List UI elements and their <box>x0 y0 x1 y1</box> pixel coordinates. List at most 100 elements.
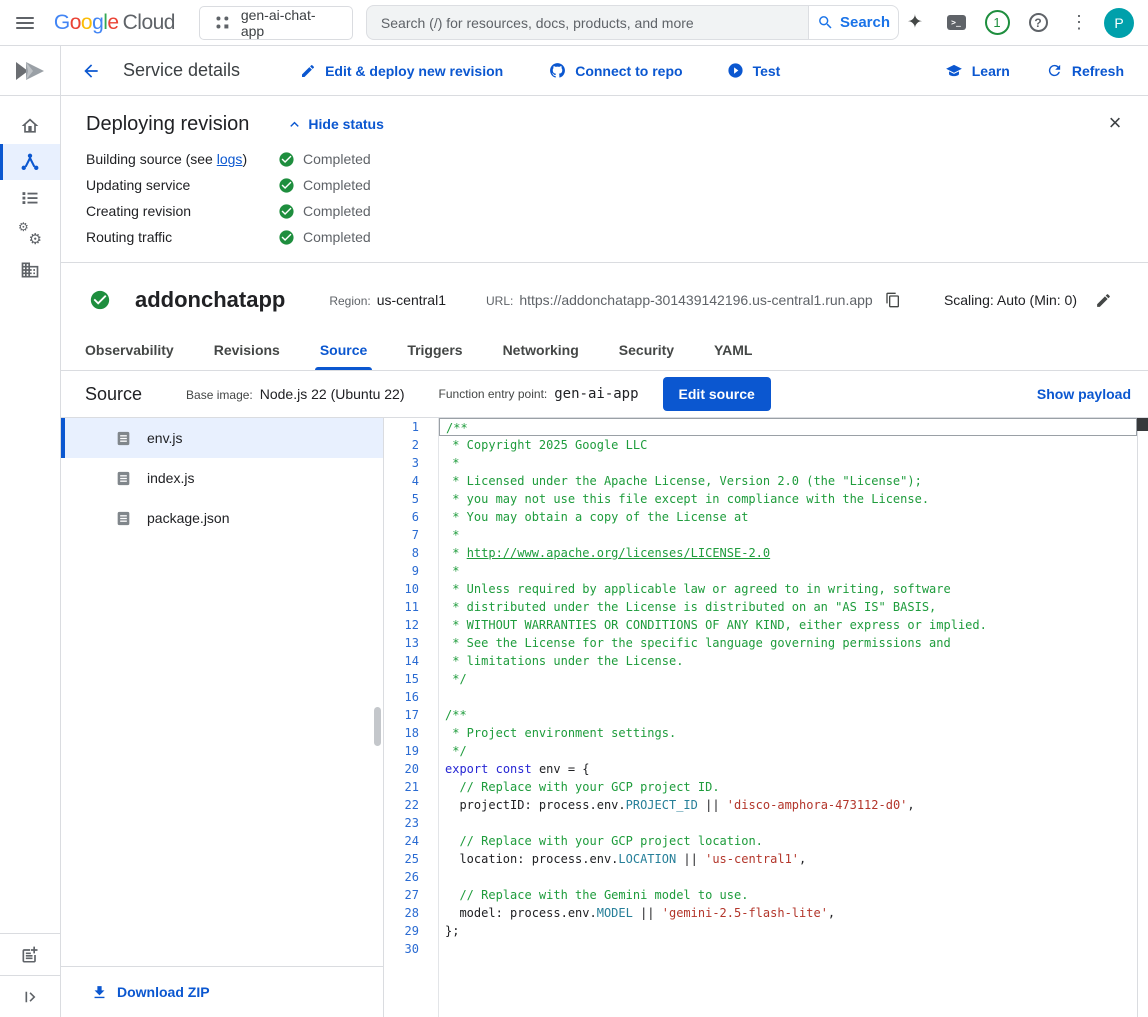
download-zip-button[interactable]: Download ZIP <box>91 984 210 1001</box>
gemini-button[interactable]: ✦ <box>899 7 931 39</box>
pencil-icon <box>1095 292 1112 309</box>
test-button[interactable]: Test <box>727 62 781 79</box>
sidebar-item-integrations[interactable]: ⚙⚙ <box>0 216 60 252</box>
more-options-button[interactable]: ⋮ <box>1063 7 1095 39</box>
file-item-index-js[interactable]: index.js <box>61 458 383 498</box>
code-line[interactable]: */ <box>439 742 1137 760</box>
editor-scrollbar[interactable] <box>1137 418 1148 1017</box>
tab-yaml[interactable]: YAML <box>697 330 769 370</box>
line-number: 2 <box>384 436 419 454</box>
code-line[interactable]: * http://www.apache.org/licenses/LICENSE… <box>439 544 1137 562</box>
hide-status-toggle[interactable]: Hide status <box>286 116 383 133</box>
line-number: 20 <box>384 760 419 778</box>
line-number: 22 <box>384 796 419 814</box>
tab-networking[interactable]: Networking <box>486 330 596 370</box>
code-line[interactable]: // Replace with the Gemini model to use. <box>439 886 1137 904</box>
connect-repo-button[interactable]: Connect to repo <box>549 62 682 79</box>
file-item-env-js[interactable]: env.js <box>61 418 383 458</box>
edit-deploy-button[interactable]: Edit & deploy new revision <box>300 63 503 79</box>
editor-scrollbar-thumb[interactable] <box>1137 418 1148 431</box>
tab-observability[interactable]: Observability <box>68 330 191 370</box>
tab-triggers[interactable]: Triggers <box>390 330 479 370</box>
code-line[interactable]: * limitations under the License. <box>439 652 1137 670</box>
code-line[interactable]: projectID: process.env.PROJECT_ID || 'di… <box>439 796 1137 814</box>
file-panel-scrollbar[interactable] <box>374 707 381 746</box>
notification-badge: 1 <box>985 10 1010 35</box>
line-number: 6 <box>384 508 419 526</box>
show-payload-link[interactable]: Show payload <box>1037 386 1131 402</box>
code-line[interactable]: }; <box>439 922 1137 940</box>
code-line[interactable]: * You may obtain a copy of the License a… <box>439 508 1137 526</box>
tab-security[interactable]: Security <box>602 330 691 370</box>
code-line[interactable]: /** <box>439 418 1137 436</box>
code-line[interactable] <box>439 814 1137 832</box>
deploy-status-panel: Deploying revision Hide status × Buildin… <box>61 96 1148 263</box>
code-line[interactable]: * distributed under the License is distr… <box>439 598 1137 616</box>
line-number: 16 <box>384 688 419 706</box>
check-circle-icon <box>278 203 295 220</box>
sidebar-item-services[interactable] <box>0 144 60 180</box>
project-selector[interactable]: gen-ai-chat-app <box>199 6 353 40</box>
search-button[interactable]: Search <box>808 5 899 40</box>
help-icon: ? <box>1029 13 1048 32</box>
line-number: 29 <box>384 922 419 940</box>
sidebar-item-home[interactable] <box>0 108 60 144</box>
learn-button[interactable]: Learn <box>945 62 1010 80</box>
service-url-value[interactable]: https://addonchatapp-301439142196.us-cen… <box>519 292 872 308</box>
code-line[interactable]: * <box>439 526 1137 544</box>
notifications-button[interactable]: 1 <box>981 7 1013 39</box>
sidebar-item-domains[interactable] <box>0 252 60 288</box>
code-line[interactable]: * Unless required by applicable law or a… <box>439 580 1137 598</box>
code-line[interactable]: /** <box>439 706 1137 724</box>
edit-scaling-button[interactable] <box>1095 292 1112 309</box>
logo-letter: e <box>107 11 118 34</box>
search-icon <box>817 14 834 31</box>
code-line[interactable]: * you may not use this file except in co… <box>439 490 1137 508</box>
code-line[interactable]: model: process.env.MODEL || 'gemini-2.5-… <box>439 904 1137 922</box>
release-notes-button[interactable] <box>0 933 60 975</box>
service-url: URL:https://addonchatapp-301439142196.us… <box>486 292 873 308</box>
code-line[interactable]: */ <box>439 670 1137 688</box>
back-button[interactable] <box>81 61 101 81</box>
code-line[interactable]: * Project environment settings. <box>439 724 1137 742</box>
code-editor[interactable]: 1234567891011121314151617181920212223242… <box>384 418 1148 1017</box>
status-step-updating: Updating service Completed <box>86 172 1124 198</box>
code-line[interactable]: * WITHOUT WARRANTIES OR CONDITIONS OF AN… <box>439 616 1137 634</box>
code-gutter: 1234567891011121314151617181920212223242… <box>384 418 439 1017</box>
code-line[interactable]: * See the License for the specific langu… <box>439 634 1137 652</box>
code-line[interactable]: * Copyright 2025 Google LLC <box>439 436 1137 454</box>
file-name: package.json <box>147 510 230 526</box>
code-line[interactable] <box>439 688 1137 706</box>
avatar[interactable]: P <box>1104 8 1134 38</box>
cloud-shell-button[interactable]: >_ <box>940 7 972 39</box>
search-input[interactable] <box>381 15 794 31</box>
file-name: env.js <box>147 430 183 446</box>
search-field[interactable] <box>366 5 808 40</box>
help-button[interactable]: ? <box>1022 7 1054 39</box>
code-line[interactable]: * <box>439 562 1137 580</box>
collapse-panel-button[interactable] <box>0 975 60 1017</box>
code-line[interactable]: * <box>439 454 1137 472</box>
logs-link[interactable]: logs <box>217 151 243 167</box>
sidebar-item-jobs[interactable] <box>0 180 60 216</box>
code-line[interactable] <box>439 940 1137 958</box>
code-line[interactable]: location: process.env.LOCATION || 'us-ce… <box>439 850 1137 868</box>
code-line[interactable]: // Replace with your GCP project ID. <box>439 778 1137 796</box>
google-cloud-logo[interactable]: GoogleCloud <box>54 11 175 35</box>
step-status: Completed <box>303 151 371 167</box>
code-line[interactable]: export const env = { <box>439 760 1137 778</box>
copy-url-button[interactable] <box>885 291 901 309</box>
refresh-button[interactable]: Refresh <box>1046 62 1124 79</box>
menu-icon[interactable] <box>16 17 34 29</box>
code-line[interactable]: * Licensed under the Apache License, Ver… <box>439 472 1137 490</box>
services-icon <box>20 152 40 172</box>
close-status-button[interactable]: × <box>1098 106 1132 140</box>
search-bar: Search <box>366 5 899 40</box>
code-line[interactable] <box>439 868 1137 886</box>
code-line[interactable]: // Replace with your GCP project locatio… <box>439 832 1137 850</box>
tab-source[interactable]: Source <box>303 330 384 370</box>
file-item-package-json[interactable]: package.json <box>61 498 383 538</box>
project-icon <box>214 14 231 31</box>
edit-source-button[interactable]: Edit source <box>663 377 771 411</box>
tab-revisions[interactable]: Revisions <box>197 330 297 370</box>
